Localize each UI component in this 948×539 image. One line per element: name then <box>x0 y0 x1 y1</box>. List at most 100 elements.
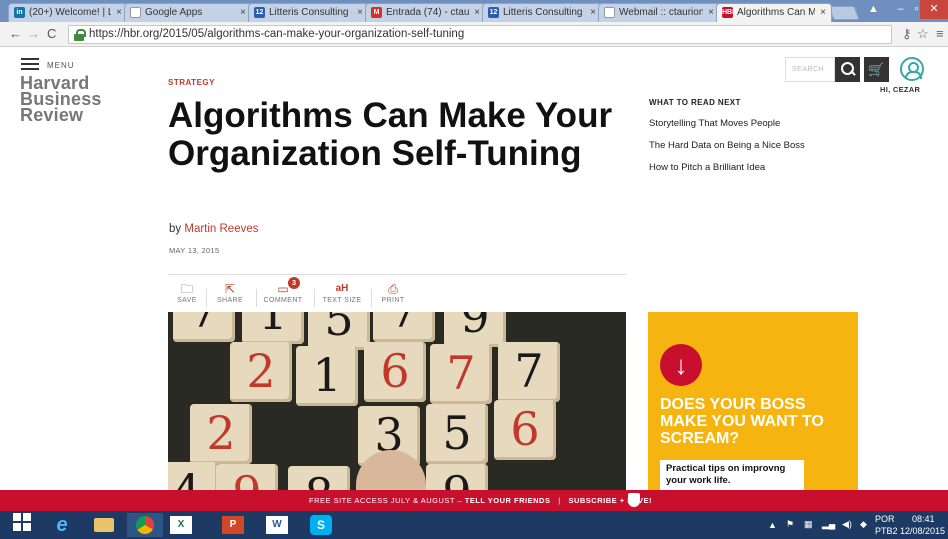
windows-start-icon[interactable] <box>4 513 40 537</box>
tell-friends-link[interactable]: TELL YOUR FRIENDS <box>465 496 551 505</box>
status-icon[interactable]: ◆ <box>860 519 867 530</box>
sudoku-tile: 1 <box>242 312 304 344</box>
new-tab-button[interactable] <box>828 6 860 20</box>
save-button[interactable]: 🗀 SAVE <box>163 281 211 304</box>
read-next-link[interactable]: How to Pitch a Brilliant Idea <box>649 162 765 173</box>
clock-date[interactable]: 12/08/2015 <box>900 526 945 536</box>
section-label[interactable]: STRATEGY <box>168 78 215 87</box>
browser-tab[interactable]: M Entrada (74) - ctaurio × <box>365 3 486 22</box>
skype-icon[interactable]: S <box>310 515 332 535</box>
reload-button[interactable]: C <box>47 26 56 42</box>
sudoku-tile: 6 <box>364 342 426 402</box>
search-icon[interactable] <box>835 57 860 82</box>
sudoku-tile: 6 <box>494 400 556 460</box>
back-button[interactable]: ← <box>9 26 22 42</box>
advertisement[interactable]: ↓ DOES YOUR BOSS MAKE YOU WANT TO SCREAM… <box>648 312 858 490</box>
hbr-page: MENU Harvard Business Review STRATEGY Al… <box>0 48 948 490</box>
tab-title: Litteris Consulting - / <box>269 7 352 18</box>
promo-banner: FREE SITE ACCESS JULY & AUGUST – TELL YO… <box>0 490 948 511</box>
signal-icon[interactable]: ▂▄ <box>822 519 835 530</box>
text-size-button[interactable]: aH TEXT SIZE <box>316 281 368 304</box>
powerpoint-icon[interactable]: P <box>222 516 244 534</box>
share-icon: ⇱ <box>224 282 236 296</box>
input-language[interactable]: POR <box>875 514 895 524</box>
share-button[interactable]: ⇱ SHARE <box>206 281 254 304</box>
volume-icon[interactable]: ◀) <box>842 519 852 530</box>
cart-icon[interactable]: 🛒 <box>864 57 889 82</box>
close-tab-icon[interactable]: × <box>708 4 714 21</box>
excel-icon[interactable]: X <box>170 516 192 534</box>
close-tab-icon[interactable]: × <box>590 4 596 21</box>
bookmark-star-icon[interactable]: ☆ <box>917 26 929 42</box>
ad-headline: DOES YOUR BOSS MAKE YOU WANT TO SCREAM? <box>660 396 824 447</box>
arrow-down-icon: ↓ <box>660 344 702 386</box>
browser-toolbar: ← → C https://hbr.org/2015/05/algorithms… <box>0 22 948 47</box>
sudoku-tile: 7 <box>173 312 235 342</box>
chrome-icon[interactable] <box>127 513 163 537</box>
menu-label[interactable]: MENU <box>47 61 75 70</box>
author-link[interactable]: Martin Reeves <box>184 223 258 235</box>
user-greeting[interactable]: HI, CEZAR <box>880 85 920 94</box>
account-icon[interactable]: ▲ <box>860 0 887 19</box>
comment-button[interactable]: ▭ COMMENT <box>258 281 308 304</box>
network-icon[interactable]: ▦ <box>804 519 813 530</box>
address-bar[interactable]: https://hbr.org/2015/05/algorithms-can-m… <box>68 25 892 44</box>
sudoku-tile: 5 <box>426 404 488 464</box>
close-tab-icon[interactable]: × <box>116 4 122 21</box>
action-center-icon[interactable]: ⚑ <box>786 519 794 530</box>
what-to-read-heading: WHAT TO READ NEXT <box>649 98 741 107</box>
user-account-icon[interactable] <box>900 57 924 81</box>
keyboard-layout[interactable]: PTB2 <box>875 526 898 536</box>
close-tab-icon[interactable]: × <box>357 4 363 21</box>
browser-tab[interactable]: Google Apps × <box>124 3 252 22</box>
sudoku-tile: 1 <box>296 346 358 406</box>
tab-title: Litteris Consulting - / <box>503 7 585 18</box>
close-window-button[interactable]: ✕ <box>920 0 948 19</box>
sudoku-tile: 7 <box>498 342 560 402</box>
forward-button[interactable]: → <box>27 26 40 42</box>
tray-expand-icon[interactable]: ▲ <box>768 520 777 530</box>
close-tab-icon[interactable]: × <box>820 4 826 21</box>
tab-favicon-icon <box>604 7 615 18</box>
hero-image-sudoku: 715792167723564989 <box>168 312 626 490</box>
tab-favicon-icon: 12 <box>254 7 265 18</box>
file-explorer-icon[interactable] <box>86 513 122 537</box>
divider <box>168 274 626 275</box>
tab-title: Algorithms Can Make <box>737 7 815 18</box>
tab-title: Google Apps <box>145 7 203 18</box>
internet-explorer-icon[interactable]: e <box>44 513 80 537</box>
byline: by Martin Reeves <box>169 223 259 235</box>
chrome-menu-icon[interactable]: ≡ <box>936 26 944 42</box>
browser-tab[interactable]: Webmail :: ctaurion@ × <box>598 3 720 22</box>
close-tab-icon[interactable]: × <box>240 4 246 21</box>
print-icon: ⎙ <box>388 282 398 296</box>
sudoku-tile: 8 <box>288 466 350 490</box>
comment-icon: ▭ <box>277 282 289 296</box>
browser-tab[interactable]: HBRAlgorithms Can Make × <box>716 3 832 22</box>
read-next-link[interactable]: Storytelling That Moves People <box>649 118 780 129</box>
browser-tab[interactable]: 12 Litteris Consulting - / × <box>248 3 369 22</box>
search-input[interactable]: SEARCH <box>785 57 835 82</box>
menu-icon[interactable] <box>21 58 39 70</box>
sudoku-tile: 4 <box>168 462 218 490</box>
ad-body: Practical tips on improvng your work lif… <box>660 460 804 490</box>
key-icon[interactable]: ⚷ <box>902 26 912 42</box>
address-url: https://hbr.org/2015/05/algorithms-can-m… <box>89 28 465 40</box>
print-button[interactable]: ⎙ PRINT <box>369 281 417 304</box>
tab-favicon-icon: HBR <box>722 7 738 18</box>
hbr-logo[interactable]: Harvard Business Review <box>20 74 102 124</box>
sudoku-tile: 9 <box>426 464 488 490</box>
tab-favicon-icon: 12 <box>488 7 499 18</box>
read-next-link[interactable]: The Hard Data on Being a Nice Boss <box>649 140 805 151</box>
sudoku-tile: 7 <box>430 344 492 404</box>
word-icon[interactable]: W <box>266 516 288 534</box>
tab-favicon-icon <box>130 7 141 18</box>
browser-tab[interactable]: 12 Litteris Consulting - / × <box>482 3 602 22</box>
sudoku-tile: 2 <box>230 342 292 402</box>
clock-time[interactable]: 08:41 <box>912 514 935 524</box>
close-tab-icon[interactable]: × <box>474 4 480 21</box>
browser-tab[interactable]: in (20+) Welcome! | Lin × <box>8 3 128 22</box>
tab-favicon-icon: in <box>14 7 25 18</box>
sudoku-tile: 5 <box>308 312 370 350</box>
sudoku-tile: 2 <box>190 404 252 464</box>
